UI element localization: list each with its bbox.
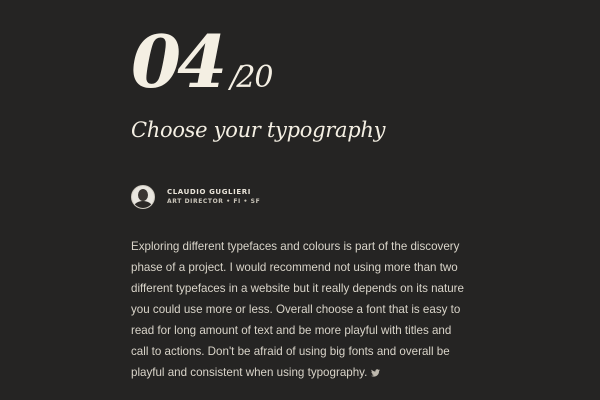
author-avatar xyxy=(131,185,155,209)
author-role: ART DIRECTOR • FI • SF xyxy=(167,198,261,205)
tip-body: Exploring different typefaces and colour… xyxy=(131,236,471,384)
tip-body-text: Exploring different typefaces and colour… xyxy=(131,240,464,379)
tip-headline: Choose your typography xyxy=(131,118,386,142)
author-meta: CLAUDIO GUGLIERI ART DIRECTOR • FI • SF xyxy=(167,187,260,207)
author-name: CLAUDIO GUGLIERI xyxy=(167,188,251,196)
counter-current: 04 xyxy=(131,19,227,104)
counter-total: 20 xyxy=(236,60,273,95)
twitter-icon[interactable] xyxy=(371,363,381,384)
author-byline: CLAUDIO GUGLIERI ART DIRECTOR • FI • SF xyxy=(131,185,260,209)
tip-card: 04 / 20 Choose your typography CLAUDIO G… xyxy=(0,0,600,400)
tip-counter: 04 / 20 xyxy=(131,19,274,104)
